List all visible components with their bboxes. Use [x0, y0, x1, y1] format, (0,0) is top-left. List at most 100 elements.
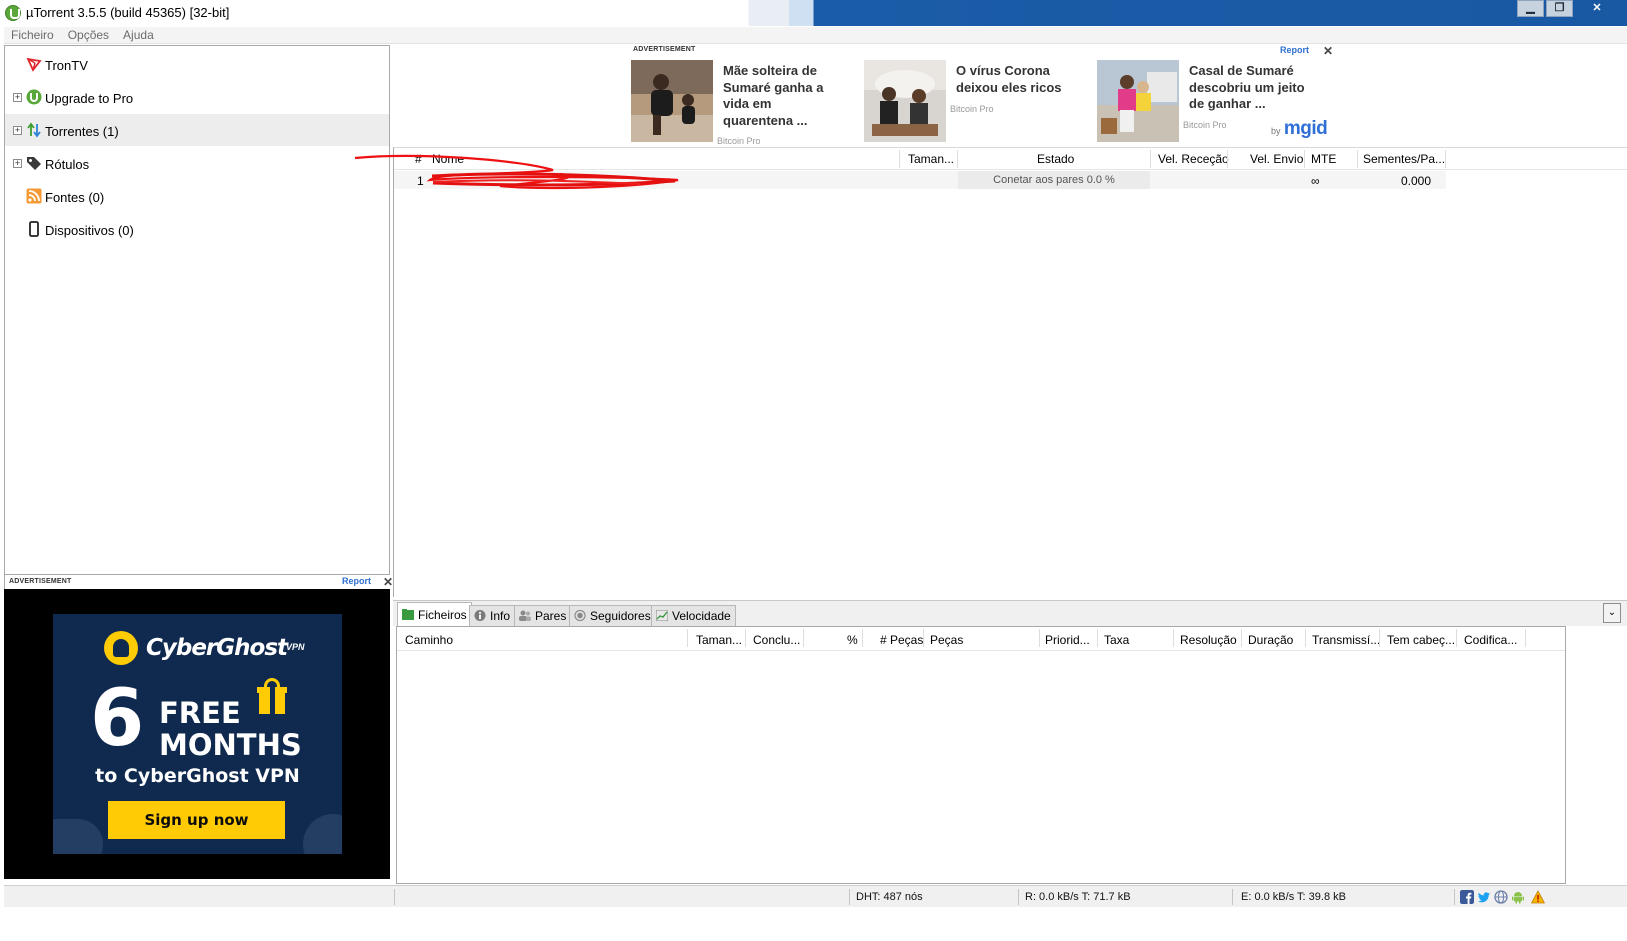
column-header-duration[interactable]: Duração: [1248, 633, 1293, 647]
sidebar-item-labels[interactable]: + Rótulos: [5, 147, 389, 179]
column-header-priority[interactable]: Priorid...: [1045, 633, 1090, 647]
ad-item-title[interactable]: Casal de Sumaré descobriu um jeito de ga…: [1189, 63, 1309, 113]
detail-tabs-bar: Ficheiros Info Pares Seguidores Velocida…: [393, 600, 1627, 627]
column-divider[interactable]: [1241, 629, 1242, 647]
column-header-size[interactable]: Taman...: [908, 152, 954, 166]
tab-info[interactable]: Info: [469, 605, 516, 626]
close-button[interactable]: ✕: [1575, 0, 1619, 17]
status-divider: [849, 889, 850, 905]
column-divider[interactable]: [1039, 629, 1040, 647]
sidebar-item-trontv[interactable]: TronTV: [5, 48, 389, 80]
column-divider[interactable]: [957, 150, 958, 168]
sidebar-item-devices[interactable]: Dispositivos (0): [5, 213, 389, 245]
column-header-seeds-peers[interactable]: Sementes/Pa...: [1363, 152, 1445, 166]
sidebar-item-feeds[interactable]: Fontes (0): [5, 180, 389, 212]
column-divider[interactable]: [687, 629, 688, 647]
sidebar-item-upgrade[interactable]: + Upgrade to Pro: [5, 81, 389, 113]
cyberghost-logo-icon: [104, 631, 138, 665]
ad-thumbnail-image: [1097, 60, 1179, 142]
column-divider[interactable]: [862, 629, 863, 647]
column-divider[interactable]: [1305, 629, 1306, 647]
column-divider[interactable]: [899, 150, 900, 168]
column-header-pieces[interactable]: Peças: [930, 633, 963, 647]
rss-icon: [26, 188, 42, 204]
menu-ajuda[interactable]: Ajuda: [116, 27, 161, 43]
torrent-row[interactable]: 1 Conetar aos pares 0.0 % ∞ 0.000: [394, 171, 1446, 189]
web-icon[interactable]: [1494, 890, 1508, 904]
ad-report-link[interactable]: Report: [342, 576, 371, 586]
column-divider[interactable]: [1456, 629, 1457, 647]
sidebar-item-label: Rótulos: [45, 157, 90, 172]
column-divider[interactable]: [803, 629, 804, 647]
column-header-status[interactable]: Estado: [1037, 152, 1074, 166]
facebook-icon[interactable]: [1460, 890, 1474, 904]
column-divider[interactable]: [1150, 150, 1151, 168]
tab-label: Pares: [535, 609, 567, 623]
sidebar-item-label: Dispositivos (0): [45, 223, 134, 238]
column-divider[interactable]: [1357, 150, 1358, 168]
ad-brand: CyberGhost: [146, 635, 288, 661]
status-bar: DHT: 487 nós R: 0.0 kB/s T: 71.7 kB E: 0…: [4, 885, 1627, 907]
column-header-eta[interactable]: MTE: [1311, 152, 1336, 166]
column-divider[interactable]: [745, 629, 746, 647]
column-header-num-pieces[interactable]: # Peças: [880, 633, 923, 647]
column-header-resolution[interactable]: Resolução: [1180, 633, 1237, 647]
menu-opcoes[interactable]: Opções: [61, 27, 116, 43]
tab-speed[interactable]: Velocidade: [651, 605, 736, 626]
ad-top-banner: ADVERTISEMENT Report ✕ Mãe solteira de S…: [631, 44, 1333, 146]
column-header-rate[interactable]: Taxa: [1104, 633, 1129, 647]
column-divider[interactable]: [1525, 629, 1526, 647]
column-header-size[interactable]: Taman...: [696, 633, 742, 647]
dht-status: DHT: 487 nós: [856, 891, 923, 903]
column-divider[interactable]: [1304, 150, 1305, 168]
expand-toggle[interactable]: +: [13, 93, 22, 102]
column-header-percent[interactable]: %: [847, 633, 858, 647]
cyberghost-ad[interactable]: CyberGhost VPN 6 FREE MONTHS to CyberGho…: [53, 614, 342, 854]
upload-status[interactable]: E: 0.0 kB/s T: 39.8 kB: [1241, 891, 1346, 903]
tab-files[interactable]: Ficheiros: [397, 602, 472, 627]
ad-report-link[interactable]: Report: [1280, 45, 1309, 55]
ad-left-banner[interactable]: CyberGhost VPN 6 FREE MONTHS to CyberGho…: [4, 589, 390, 879]
chevron-down-icon[interactable]: ⌄: [1603, 603, 1621, 623]
download-status[interactable]: R: 0.0 kB/s T: 71.7 kB: [1025, 891, 1131, 903]
ad-item-title[interactable]: O vírus Corona deixou eles ricos: [956, 63, 1076, 96]
column-header-down-speed[interactable]: Vel. Receção: [1158, 152, 1229, 166]
twitter-icon[interactable]: [1477, 890, 1491, 904]
column-header-streamable[interactable]: Transmissí...: [1312, 633, 1380, 647]
column-divider[interactable]: [1379, 629, 1380, 647]
minimize-button[interactable]: ▁: [1517, 0, 1544, 17]
ad-subline: to CyberGhost VPN: [95, 765, 300, 787]
tab-label: Ficheiros: [418, 608, 467, 622]
column-header-index[interactable]: #: [415, 152, 422, 166]
sidebar-item-torrents[interactable]: + Torrentes (1): [5, 114, 389, 146]
column-header-has-header[interactable]: Tem cabeç...: [1387, 633, 1455, 647]
expand-toggle[interactable]: +: [13, 159, 22, 168]
android-icon[interactable]: [1511, 890, 1525, 904]
ad-close-icon[interactable]: ✕: [383, 575, 393, 589]
column-header-codecs[interactable]: Codifica...: [1464, 633, 1517, 647]
ad-item-title[interactable]: Mãe solteira de Sumaré ganha a vida em q…: [723, 63, 843, 129]
sidebar-item-label: Upgrade to Pro: [45, 91, 134, 106]
maximize-button[interactable]: ❐: [1546, 0, 1573, 17]
column-header-path[interactable]: Caminho: [405, 633, 453, 647]
column-header-name[interactable]: Nome: [432, 152, 464, 166]
column-header-done[interactable]: Conclu...: [753, 633, 800, 647]
cloud-decoration: [53, 819, 103, 854]
column-divider[interactable]: [1445, 150, 1446, 168]
tab-label: Velocidade: [672, 609, 731, 623]
device-icon: [29, 221, 39, 237]
warning-icon[interactable]: [1531, 890, 1545, 904]
column-header-up-speed[interactable]: Vel. Envio: [1250, 152, 1303, 166]
ad-free-text: FREE: [159, 696, 241, 730]
tab-trackers[interactable]: Seguidores: [569, 605, 656, 626]
tab-peers[interactable]: Pares: [514, 605, 572, 626]
column-divider[interactable]: [1097, 629, 1098, 647]
ad-thumbnail-image: [864, 60, 946, 142]
menu-ficheiro[interactable]: Ficheiro: [4, 27, 61, 43]
column-divider[interactable]: [1227, 150, 1228, 168]
column-divider[interactable]: [1173, 629, 1174, 647]
expand-toggle[interactable]: +: [13, 126, 22, 135]
ad-signup-button[interactable]: Sign up now: [108, 801, 285, 839]
column-divider[interactable]: [923, 629, 924, 647]
ad-close-icon[interactable]: ✕: [1323, 44, 1333, 58]
